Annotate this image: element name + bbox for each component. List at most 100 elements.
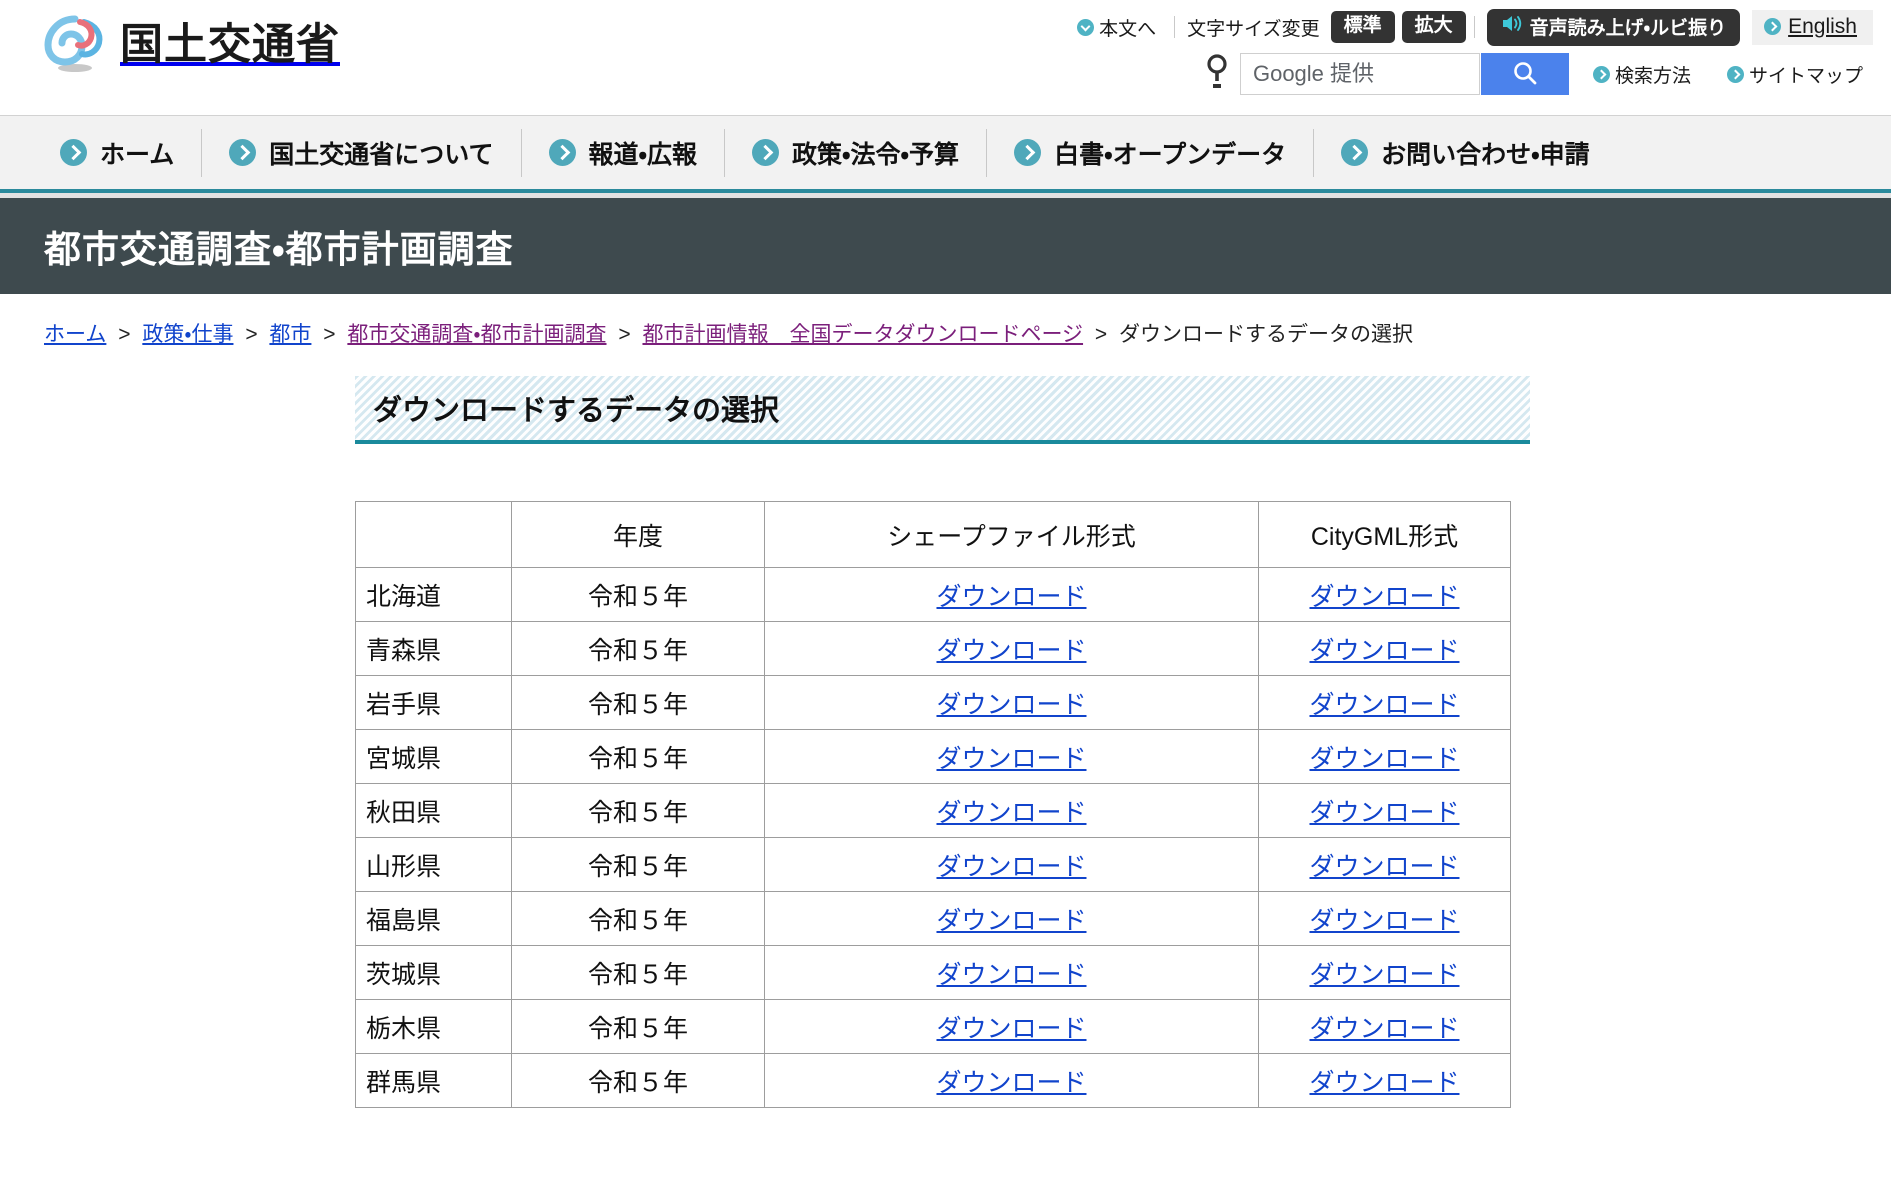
column-header-shapefile: シェープファイル形式 bbox=[764, 501, 1259, 569]
download-shapefile-link[interactable]: ダウンロード bbox=[936, 799, 1086, 827]
nav-item-about[interactable]: 国土交通省について bbox=[202, 128, 522, 177]
nav-item-home[interactable]: ホーム bbox=[44, 128, 203, 177]
nav-item-press[interactable]: 報道・広報 bbox=[522, 128, 726, 177]
breadcrumb-item-home[interactable]: ホーム bbox=[44, 323, 106, 346]
cell-year: 令和５年 bbox=[511, 621, 765, 677]
table-body: 北海道 令和５年 ダウンロード ダウンロード 青森県 令和５年 ダウンロード ダ… bbox=[355, 567, 1511, 1109]
download-citygml-link[interactable]: ダウンロード bbox=[1309, 745, 1459, 773]
cell-citygml: ダウンロード bbox=[1258, 999, 1511, 1055]
page-title-band: 都市交通調査・都市計画調査 bbox=[0, 198, 1891, 294]
download-citygml-link[interactable]: ダウンロード bbox=[1309, 691, 1459, 719]
nav-item-label: 報道・広報 bbox=[588, 140, 698, 169]
skip-to-content-link[interactable]: 本文へ bbox=[1067, 14, 1166, 41]
download-shapefile-link[interactable]: ダウンロード bbox=[936, 637, 1086, 665]
search-submit-button[interactable] bbox=[1480, 53, 1569, 95]
sitemap-link[interactable]: サイトマップ bbox=[1717, 61, 1873, 88]
speaker-icon bbox=[1501, 14, 1523, 39]
cell-year: 令和５年 bbox=[511, 999, 765, 1055]
utility-bar: 本文へ 文字サイズ変更 標準 拡大 音声読み上げ・ルビ振り English bbox=[1067, 8, 1873, 46]
nav-item-policy[interactable]: 政策・法令・予算 bbox=[725, 128, 988, 177]
download-citygml-link[interactable]: ダウンロード bbox=[1309, 1015, 1459, 1043]
site-header: 国土交通省 本文へ 文字サイズ変更 標準 拡大 音声読み上げ・ルビ振り Engl… bbox=[0, 0, 1891, 115]
download-citygml-link[interactable]: ダウンロード bbox=[1309, 637, 1459, 665]
site-logo-link[interactable]: 国土交通省 bbox=[44, 14, 340, 76]
nav-item-whitepaper-opendata[interactable]: 白書・オープンデータ bbox=[987, 128, 1315, 177]
font-size-normal-button[interactable]: 標準 bbox=[1330, 11, 1395, 43]
how-to-search-link[interactable]: 検索方法 bbox=[1583, 61, 1701, 88]
breadcrumb-item-current: ダウンロードするデータの選択 bbox=[1119, 323, 1413, 346]
chevron-right-icon bbox=[752, 139, 780, 166]
person-search-icon bbox=[1204, 53, 1230, 95]
table-row: 秋田県 令和５年 ダウンロード ダウンロード bbox=[355, 783, 1511, 839]
cell-prefecture: 栃木県 bbox=[355, 999, 512, 1055]
breadcrumb-item-policy[interactable]: 政策・仕事 bbox=[142, 323, 233, 346]
global-navigation: ホーム 国土交通省について 報道・広報 政策・法令・予算 白書・オープンデータ … bbox=[0, 115, 1891, 189]
download-citygml-link[interactable]: ダウンロード bbox=[1309, 853, 1459, 881]
breadcrumb-item-download-page[interactable]: 都市計画情報 全国データダウンロードページ bbox=[642, 323, 1083, 346]
column-header-citygml: CityGML形式 bbox=[1258, 501, 1511, 569]
download-citygml-link[interactable]: ダウンロード bbox=[1309, 907, 1459, 935]
download-shapefile-link[interactable]: ダウンロード bbox=[936, 1015, 1086, 1043]
cell-shapefile: ダウンロード bbox=[764, 999, 1259, 1055]
chevron-right-icon bbox=[1014, 139, 1042, 166]
cell-citygml: ダウンロード bbox=[1258, 1053, 1511, 1109]
search-help-links: 検索方法 サイトマップ bbox=[1583, 61, 1873, 88]
cell-citygml: ダウンロード bbox=[1258, 783, 1511, 839]
breadcrumb-separator: > bbox=[1094, 323, 1108, 346]
table-row: 北海道 令和５年 ダウンロード ダウンロード bbox=[355, 567, 1511, 623]
cell-prefecture: 秋田県 bbox=[355, 783, 512, 839]
chevron-right-icon bbox=[1726, 65, 1744, 83]
download-data-table: 年度 シェープファイル形式 CityGML形式 北海道 令和５年 ダウンロード … bbox=[355, 501, 1511, 1109]
cell-citygml: ダウンロード bbox=[1258, 729, 1511, 785]
speech-readaloud-label: 音声読み上げ・ルビ振り bbox=[1529, 17, 1727, 39]
nav-item-label: 国土交通省について bbox=[269, 140, 494, 169]
table-row: 群馬県 令和５年 ダウンロード ダウンロード bbox=[355, 1053, 1511, 1109]
sitemap-label: サイトマップ bbox=[1748, 65, 1863, 87]
cell-citygml: ダウンロード bbox=[1258, 837, 1511, 893]
download-citygml-link[interactable]: ダウンロード bbox=[1309, 961, 1459, 989]
nav-item-label: 政策・法令・予算 bbox=[792, 140, 960, 169]
download-citygml-link[interactable]: ダウンロード bbox=[1309, 799, 1459, 827]
table-header: 年度 シェープファイル形式 CityGML形式 bbox=[355, 501, 1511, 569]
cell-year: 令和５年 bbox=[511, 891, 765, 947]
cell-prefecture: 福島県 bbox=[355, 891, 512, 947]
cell-citygml: ダウンロード bbox=[1258, 891, 1511, 947]
english-language-link[interactable]: English bbox=[1752, 9, 1873, 45]
download-shapefile-link[interactable]: ダウンロード bbox=[936, 1069, 1086, 1097]
table-row: 宮城県 令和５年 ダウンロード ダウンロード bbox=[355, 729, 1511, 785]
breadcrumb-separator: > bbox=[323, 323, 336, 346]
download-citygml-link[interactable]: ダウンロード bbox=[1309, 1069, 1459, 1097]
search-input[interactable] bbox=[1239, 53, 1480, 95]
cell-citygml: ダウンロード bbox=[1258, 675, 1511, 731]
table-row: 栃木県 令和５年 ダウンロード ダウンロード bbox=[355, 999, 1511, 1055]
download-shapefile-link[interactable]: ダウンロード bbox=[936, 583, 1086, 611]
download-citygml-link[interactable]: ダウンロード bbox=[1309, 583, 1459, 611]
chevron-right-icon bbox=[229, 139, 257, 166]
download-shapefile-link[interactable]: ダウンロード bbox=[936, 853, 1086, 881]
cell-year: 令和５年 bbox=[511, 1053, 765, 1109]
page-title: 都市交通調査・都市計画調査 bbox=[44, 229, 514, 270]
cell-prefecture: 宮城県 bbox=[355, 729, 512, 785]
column-header-year: 年度 bbox=[511, 501, 765, 569]
cell-year: 令和５年 bbox=[511, 783, 765, 839]
cell-year: 令和５年 bbox=[511, 675, 765, 731]
chevron-right-icon bbox=[60, 139, 87, 166]
nav-item-label: 白書・オープンデータ bbox=[1054, 140, 1287, 169]
cell-shapefile: ダウンロード bbox=[764, 621, 1259, 677]
cell-shapefile: ダウンロード bbox=[764, 945, 1259, 1001]
cell-year: 令和５年 bbox=[511, 729, 765, 785]
speech-readaloud-button[interactable]: 音声読み上げ・ルビ振り bbox=[1486, 8, 1741, 46]
breadcrumb-item-city[interactable]: 都市 bbox=[269, 323, 311, 346]
breadcrumb: ホーム > 政策・仕事 > 都市 > 都市交通調査・都市計画調査 > 都市計画情… bbox=[0, 294, 1891, 349]
download-shapefile-link[interactable]: ダウンロード bbox=[936, 907, 1086, 935]
table-row: 青森県 令和５年 ダウンロード ダウンロード bbox=[355, 621, 1511, 677]
breadcrumb-separator: > bbox=[118, 323, 131, 346]
breadcrumb-item-survey[interactable]: 都市交通調査・都市計画調査 bbox=[347, 323, 606, 346]
nav-item-contact[interactable]: お問い合わせ・申請 bbox=[1314, 129, 1617, 177]
download-shapefile-link[interactable]: ダウンロード bbox=[936, 745, 1086, 773]
download-shapefile-link[interactable]: ダウンロード bbox=[936, 961, 1086, 989]
download-shapefile-link[interactable]: ダウンロード bbox=[936, 691, 1086, 719]
font-size-large-button[interactable]: 拡大 bbox=[1401, 11, 1466, 43]
chevron-right-icon bbox=[1341, 139, 1369, 166]
cell-shapefile: ダウンロード bbox=[764, 567, 1259, 623]
